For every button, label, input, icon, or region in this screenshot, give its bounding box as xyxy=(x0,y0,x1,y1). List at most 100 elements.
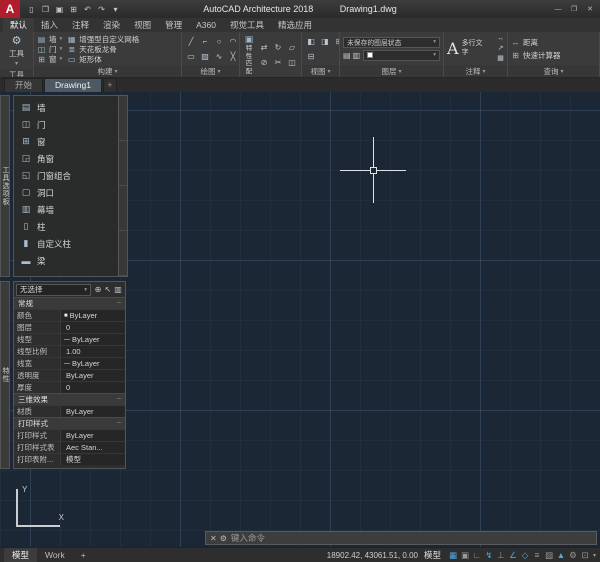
palette-tab[interactable] xyxy=(119,141,127,186)
palette-item[interactable]: ▤ 墙 xyxy=(14,99,118,116)
customization-menu-icon[interactable]: ▾ xyxy=(591,552,596,559)
infer-icon[interactable]: ∟ xyxy=(471,550,483,561)
drawing-canvas[interactable]: X Y 工具选项板 ▤ 墙 ◫ 门 ⊞ 窗 ◲ 角窗 ◱ 门窗组合 ▢ 洞口 ▥… xyxy=(0,92,600,547)
toggle-pickadd-icon[interactable]: ⊕ xyxy=(93,285,103,294)
ribbon-tab[interactable]: 视图 xyxy=(127,18,158,32)
lineweight-icon[interactable]: ≡ xyxy=(531,550,543,561)
workspace-gear-icon[interactable]: ⚙ xyxy=(567,550,579,561)
ortho-icon[interactable]: ⊥ xyxy=(495,550,507,561)
palette-item[interactable]: ◱ 门窗组合 xyxy=(14,167,118,184)
build-tool-button[interactable]: ◫ 门 ▾ xyxy=(37,44,63,54)
plot-icon[interactable]: ⊞ xyxy=(67,2,80,16)
transparency-icon[interactable]: ▨ xyxy=(543,550,555,561)
palette-item[interactable]: ▯ 柱 xyxy=(14,218,118,235)
collapse-icon[interactable]: − xyxy=(117,396,121,403)
view-right-icon[interactable]: ◨ xyxy=(319,35,331,48)
save-icon[interactable]: ▣ xyxy=(53,2,66,16)
selection-dropdown[interactable]: 无选择 ▾ xyxy=(16,283,91,296)
ribbon-tab[interactable]: 精选应用 xyxy=(271,18,319,32)
open-icon[interactable]: ❐ xyxy=(39,2,52,16)
table-icon[interactable]: ▦ xyxy=(497,54,504,63)
offset-icon[interactable]: ⊘ xyxy=(258,56,270,69)
osnap-icon[interactable]: ◇ xyxy=(519,550,531,561)
inquiry-tool-button[interactable]: ⊞ 快速计算器 xyxy=(511,50,596,60)
palette-item[interactable]: ◲ 角窗 xyxy=(14,150,118,167)
build-tool-button[interactable]: ≣ 天花板龙骨 xyxy=(67,44,139,54)
layout-tab[interactable]: + xyxy=(73,548,94,562)
palette-tab[interactable] xyxy=(119,231,127,276)
maximize-icon[interactable]: ❐ xyxy=(568,3,580,15)
palette-item[interactable]: ▮ 自定义柱 xyxy=(14,235,118,252)
command-line[interactable]: ✕ ⚙ 键入命令 xyxy=(205,531,597,545)
quick-select-icon[interactable]: ▥ xyxy=(113,285,123,294)
spline-icon[interactable]: ∿ xyxy=(213,50,225,63)
undo-icon[interactable]: ↶ xyxy=(81,2,94,16)
new-tab-button[interactable]: + xyxy=(102,78,117,92)
arc-icon[interactable]: ◠ xyxy=(227,35,239,48)
qat-dropdown-icon[interactable]: ▾ xyxy=(109,2,122,16)
view-left-icon[interactable]: ◧ xyxy=(305,35,317,48)
line-icon[interactable]: ╱ xyxy=(185,35,197,48)
layer-properties-icon[interactable]: ▤ xyxy=(343,51,351,60)
palette-tab[interactable] xyxy=(119,186,127,231)
rotate-icon[interactable]: ↻ xyxy=(272,41,284,54)
build-tool-button[interactable]: ▤ 墙 ▾ xyxy=(37,34,63,44)
move-icon[interactable]: ⇄ xyxy=(258,41,270,54)
customize-icon[interactable]: ⚙ xyxy=(220,534,227,543)
ribbon-tab[interactable]: 管理 xyxy=(158,18,189,32)
snap-icon[interactable]: ▣ xyxy=(459,550,471,561)
ribbon-tab[interactable]: 视觉工具 xyxy=(223,18,271,32)
layer-match-icon[interactable]: ▥ xyxy=(353,51,361,60)
new-icon[interactable]: ▯ xyxy=(25,2,38,16)
file-tab[interactable]: 开始 xyxy=(4,78,44,92)
tools-button[interactable]: ⚙ 工具 ▾ xyxy=(3,34,30,67)
layer-state-dropdown[interactable]: 未保存的图层状态 ▾ xyxy=(343,36,440,48)
section-header-general[interactable]: 常规 − xyxy=(14,297,125,309)
viewport-icon[interactable]: ⊞ xyxy=(333,35,339,48)
palette-item[interactable]: ▥ 幕墙 xyxy=(14,201,118,218)
section-header-3d-effects[interactable]: 三维效果 − xyxy=(14,393,125,405)
palette-item[interactable]: ▬ 梁 xyxy=(14,252,118,269)
mirror-icon[interactable]: ◫ xyxy=(286,56,298,69)
minimize-icon[interactable]: — xyxy=(552,3,564,15)
palette-item[interactable]: ▢ 洞口 xyxy=(14,184,118,201)
clean-screen-icon[interactable]: ⊡ xyxy=(579,550,591,561)
build-tool-button[interactable]: ⊞ 窗 ▾ xyxy=(37,54,62,64)
polar-icon[interactable]: ∠ xyxy=(507,550,519,561)
ribbon-tab[interactable]: 渲染 xyxy=(96,18,127,32)
match-properties-button[interactable]: ▣ 特性匹配 xyxy=(243,34,255,75)
collapse-icon[interactable]: − xyxy=(117,420,121,427)
stretch-icon[interactable]: ▱ xyxy=(286,41,298,54)
layer-dropdown[interactable]: ▾ xyxy=(363,49,440,61)
palette-item[interactable]: ⊞ 窗 xyxy=(14,133,118,150)
rectangle-icon[interactable]: ▭ xyxy=(185,50,197,63)
section-header-plot-style[interactable]: 打印样式 − xyxy=(14,417,125,429)
model-space-button[interactable]: 模型 xyxy=(418,549,447,561)
ribbon-tab[interactable]: A360 xyxy=(189,18,223,32)
inquiry-tool-button[interactable]: ↔ 距离 xyxy=(511,37,596,47)
grid-icon[interactable]: ▦ xyxy=(447,550,459,561)
redo-icon[interactable]: ↷ xyxy=(95,2,108,16)
annotation-scale-icon[interactable]: ▲ xyxy=(555,550,567,561)
ribbon-tab[interactable]: 默认 xyxy=(3,18,35,32)
trim-icon[interactable]: ✂ xyxy=(272,56,284,69)
build-tool-button[interactable]: ▭ 矩形体 xyxy=(67,54,139,64)
palette-item[interactable]: ◫ 门 xyxy=(14,116,118,133)
tool-palette-titlebar[interactable]: 工具选项板 xyxy=(0,95,10,277)
build-tool-button[interactable]: ▦ 增强型自定义网格 xyxy=(67,34,139,44)
dynamic-input-icon[interactable]: ↯ xyxy=(483,550,495,561)
close-icon[interactable]: ✕ xyxy=(584,3,596,15)
file-tab[interactable]: Drawing1 xyxy=(44,78,102,92)
properties-palette-titlebar[interactable]: 特性 xyxy=(0,281,10,469)
ribbon-tab[interactable]: 注释 xyxy=(65,18,96,32)
layout-tab[interactable]: Work xyxy=(37,548,73,562)
mtext-button[interactable]: 多行文字 xyxy=(462,40,488,56)
mtext-icon[interactable]: A xyxy=(447,40,459,57)
palette-tab[interactable] xyxy=(119,96,127,141)
polyline-icon[interactable]: ⌐ xyxy=(199,35,211,48)
select-objects-icon[interactable]: ↖ xyxy=(103,285,113,294)
collapse-icon[interactable]: − xyxy=(117,300,121,307)
erase-icon[interactable]: ╳ xyxy=(227,50,239,63)
ribbon-tab[interactable]: 插入 xyxy=(34,18,65,32)
hatch-icon[interactable]: ▨ xyxy=(199,50,211,63)
